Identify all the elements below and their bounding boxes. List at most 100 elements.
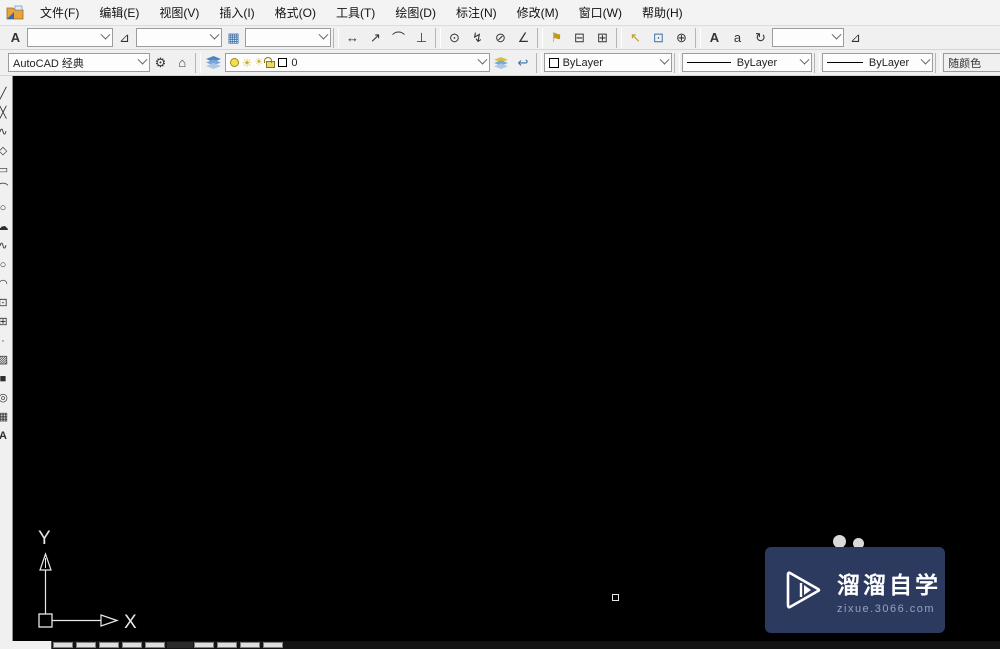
menu-window[interactable]: 窗口(W) <box>569 0 632 25</box>
status-toggle-button[interactable] <box>240 642 260 648</box>
toolbar-row-styles-dimension: A ⊿ ▦ ↔ ↗ ⌒ ⊥ ⊙ ↯ ⊘ ∠ ⚑ ⊟ ⊞ ↖ ⊡ ⊕ A a ↻ … <box>0 26 1000 50</box>
revision-cloud-icon[interactable]: ☁ <box>0 218 12 237</box>
jogged-dimension-icon[interactable]: ↯ <box>466 28 489 48</box>
dimension-text-edit-icon[interactable]: a <box>726 28 749 48</box>
lineweight-sample <box>826 62 863 63</box>
polygon-icon[interactable]: ◇ <box>0 142 12 161</box>
tolerance-icon[interactable]: ⊡ <box>647 28 670 48</box>
plot-style-control-value: 随颜色 <box>948 57 982 70</box>
make-block-icon[interactable]: ⊞ <box>0 313 12 332</box>
hatch-icon[interactable]: ▨ <box>0 351 12 370</box>
chevron-down-icon <box>209 29 220 40</box>
layer-on-bulb-icon[interactable] <box>229 58 239 67</box>
dimension-edit-icon[interactable]: A <box>703 28 726 48</box>
dimension-update-icon[interactable]: ↻ <box>749 28 772 48</box>
make-object-layer-current-icon[interactable] <box>490 53 512 73</box>
menu-edit[interactable]: 编辑(E) <box>89 0 149 25</box>
dimension-style-manager-icon[interactable]: ⊿ <box>844 28 867 48</box>
text-style-icon[interactable]: A <box>4 28 27 48</box>
rectangle-icon[interactable]: ▭ <box>0 161 12 180</box>
dim-style-icon[interactable]: ⊿ <box>113 28 136 48</box>
region-icon[interactable]: ◎ <box>0 389 12 408</box>
center-mark-icon[interactable]: ⊕ <box>670 28 693 48</box>
ellipse-arc-icon[interactable]: ◠ <box>0 275 12 294</box>
workspace-combo-value: AutoCAD 经典 <box>13 57 84 70</box>
menu-draw[interactable]: 绘图(D) <box>385 0 446 25</box>
table-style-icon[interactable]: ▦ <box>222 28 245 48</box>
layer-previous-icon[interactable]: ↩ <box>512 53 534 73</box>
layers-icon <box>494 56 509 69</box>
aligned-dimension-icon[interactable]: ↗ <box>364 28 387 48</box>
status-toggle-button[interactable] <box>194 642 214 648</box>
arc-length-dimension-icon[interactable]: ⌒ <box>387 28 410 48</box>
chevron-down-icon <box>477 54 488 65</box>
table-style-combo[interactable] <box>245 28 331 47</box>
menu-dimension[interactable]: 标注(N) <box>446 0 507 25</box>
ucs-icon: Y X <box>38 528 137 633</box>
workspace-combo[interactable]: AutoCAD 经典 <box>8 53 150 72</box>
dimension-style-combo[interactable] <box>772 28 844 47</box>
menu-view[interactable]: 视图(V) <box>149 0 209 25</box>
layer-color-swatch[interactable] <box>278 58 288 67</box>
workspace-settings-gear-icon[interactable]: ⚙ <box>150 53 172 73</box>
my-workspace-icon[interactable]: ⌂ <box>171 53 193 73</box>
status-toggle-button[interactable] <box>263 642 283 648</box>
menu-file[interactable]: 文件(F) <box>30 0 89 25</box>
baseline-dimension-icon[interactable]: ⊟ <box>568 28 591 48</box>
toolbar-row-workspace-layers-properties: AutoCAD 经典 ⚙ ⌂ ☀ ☀ 0 ↩ ByLayer ByLayer B… <box>0 50 1000 76</box>
menu-insert[interactable]: 插入(I) <box>209 0 264 25</box>
quick-leader-icon[interactable]: ↖ <box>624 28 647 48</box>
continue-dimension-icon[interactable]: ⊞ <box>591 28 614 48</box>
autocad-window: { "menubar": { "items": ["文件(F)","编辑(E)"… <box>0 0 1000 649</box>
toolbar-separator <box>333 27 339 48</box>
layer-combo[interactable]: ☀ ☀ 0 <box>224 53 491 72</box>
toolbar-separator <box>695 27 701 48</box>
spline-icon[interactable]: ∿ <box>0 237 12 256</box>
toolbar-separator <box>435 27 441 48</box>
point-icon[interactable]: · <box>0 332 12 351</box>
watermark-title: 溜溜自学 <box>837 571 941 598</box>
menu-modify[interactable]: 修改(M) <box>507 0 569 25</box>
layer-viewport-freeze-icon[interactable]: ☀ <box>254 57 263 68</box>
dim-style-combo[interactable] <box>136 28 222 47</box>
line-icon[interactable]: ╱ <box>0 85 12 104</box>
drawing-canvas[interactable]: Y X 溜溜自学 zixue.3066.com <box>13 76 1000 641</box>
menu-help[interactable]: 帮助(H) <box>632 0 693 25</box>
color-control-combo[interactable]: ByLayer <box>543 53 673 72</box>
linetype-sample <box>686 62 731 63</box>
gradient-icon[interactable]: ■ <box>0 370 12 389</box>
ellipse-icon[interactable]: ○ <box>0 256 12 275</box>
layer-unlock-icon[interactable] <box>264 56 276 68</box>
color-control-value: ByLayer <box>562 56 603 69</box>
table-icon[interactable]: ▦ <box>0 408 12 427</box>
polyline-icon[interactable]: ∿ <box>0 123 12 142</box>
status-bar <box>0 641 1000 649</box>
multiline-text-icon[interactable]: A <box>0 427 12 446</box>
status-toggle-button[interactable] <box>53 642 73 648</box>
insert-block-icon[interactable]: ⊡ <box>0 294 12 313</box>
menu-format[interactable]: 格式(O) <box>265 0 326 25</box>
status-toggle-button[interactable] <box>122 642 142 648</box>
layer-properties-manager-icon[interactable] <box>203 53 225 73</box>
angular-dimension-icon[interactable]: ∠ <box>512 28 535 48</box>
play-logo-icon <box>786 571 821 609</box>
status-toggle-button[interactable] <box>76 642 96 648</box>
color-swatch <box>548 57 559 68</box>
status-toggle-button[interactable] <box>217 642 237 648</box>
menu-tools[interactable]: 工具(T) <box>326 0 385 25</box>
construction-line-icon[interactable]: ╳ <box>0 104 12 123</box>
lineweight-control-combo[interactable]: ByLayer <box>821 53 934 72</box>
status-toggle-button[interactable] <box>145 642 165 648</box>
circle-icon[interactable]: ○ <box>0 199 12 218</box>
status-toggle-button[interactable] <box>99 642 119 648</box>
quick-dimension-icon[interactable]: ⚑ <box>545 28 568 48</box>
linear-dimension-icon[interactable]: ↔ <box>341 28 364 48</box>
arc-icon[interactable]: ⌒ <box>0 180 12 199</box>
text-style-combo[interactable] <box>27 28 113 47</box>
ordinate-dimension-icon[interactable]: ⊥ <box>410 28 433 48</box>
diameter-dimension-icon[interactable]: ⊘ <box>489 28 512 48</box>
chevron-down-icon <box>137 54 148 65</box>
linetype-control-combo[interactable]: ByLayer <box>681 53 813 72</box>
radius-dimension-icon[interactable]: ⊙ <box>443 28 466 48</box>
layer-thaw-sun-icon[interactable]: ☀ <box>242 57 253 69</box>
